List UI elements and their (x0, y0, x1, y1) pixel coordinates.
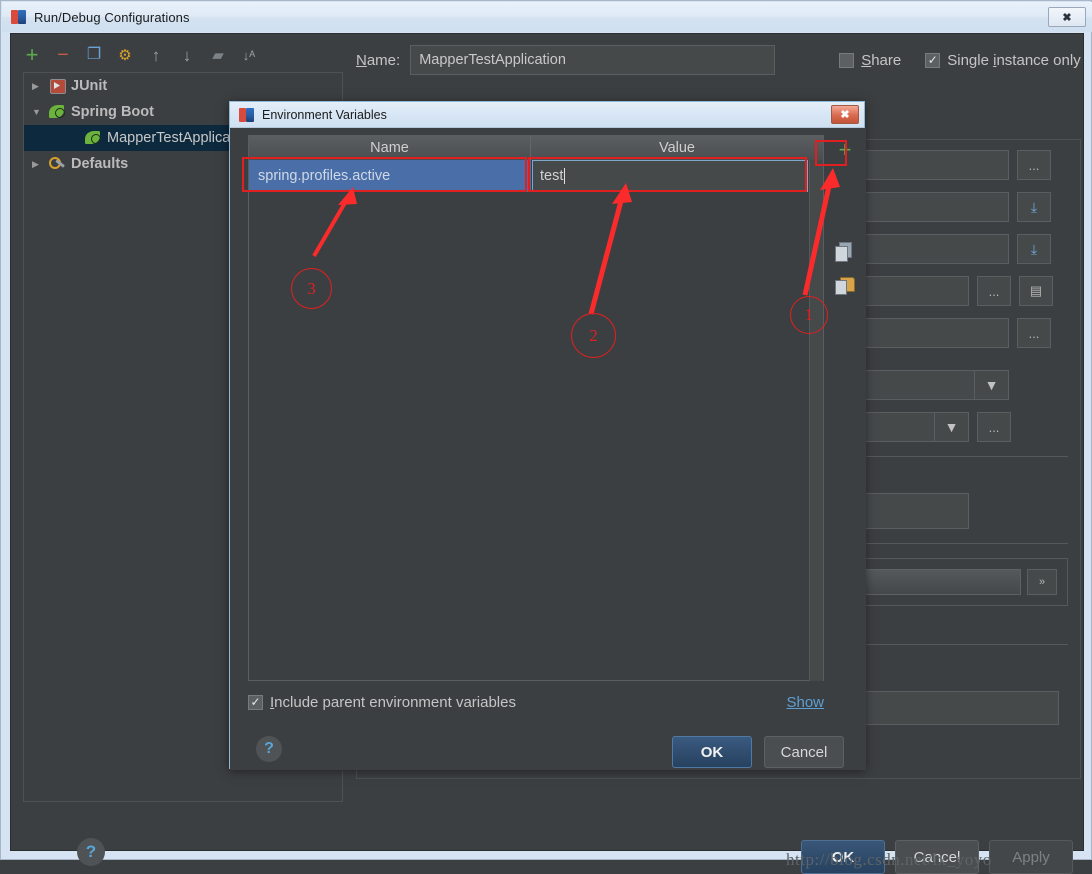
apply-button: Apply (989, 840, 1073, 874)
jre-dropdown-arrow-icon[interactable]: ▼ (974, 371, 1008, 399)
annotation-marker-3: 3 (291, 268, 332, 309)
main-class-browse-button[interactable]: ... (1017, 150, 1051, 180)
single-instance-label: Single instance only (947, 52, 1080, 69)
expand-arrow-icon[interactable]: ▶ (32, 81, 48, 92)
include-parent-row: ✓ Include parent environment variables S… (248, 690, 824, 714)
env-table-side-toolbar: + (828, 135, 862, 295)
single-instance-checkbox-row[interactable]: ✓ Single instance only (925, 52, 1081, 69)
collapse-arrow-icon[interactable]: ▼ (32, 107, 48, 117)
sort-alphabetically-icon[interactable]: ↓ᴬ (240, 46, 258, 64)
annotation-marker-1: 1 (790, 296, 828, 334)
share-label-rest: hare (871, 51, 902, 69)
table-cell-value-text: test (540, 168, 564, 184)
tree-item-label: Defaults (71, 156, 129, 172)
share-label: Share (861, 52, 901, 69)
include-parent-rest: nclude parent environment variables (274, 693, 516, 711)
program-arguments-expand-icon[interactable]: ⤓ (1017, 234, 1051, 264)
column-header-name[interactable]: Name (249, 136, 531, 160)
environment-variables-browse-button[interactable]: ... (1017, 318, 1051, 348)
text-caret (564, 168, 566, 184)
tree-item-junit[interactable]: ▶ JUnit (24, 73, 342, 99)
working-directory-browse-button[interactable]: ... (977, 276, 1011, 306)
name-label-rest: ame: (366, 51, 401, 69)
paste-icon[interactable] (835, 276, 855, 295)
remove-configuration-icon[interactable]: − (54, 45, 72, 65)
share-checkbox-row[interactable]: ✓ Share (839, 52, 901, 69)
single-instance-label-prefix: Single (947, 51, 994, 69)
edit-templates-icon[interactable]: ⚙ (116, 46, 134, 64)
env-footer-buttons: OK Cancel (672, 736, 844, 768)
single-instance-checkbox[interactable]: ✓ (925, 52, 941, 68)
column-header-value[interactable]: Value (531, 136, 823, 160)
single-instance-label-rest: nstance only (996, 51, 1081, 69)
tree-item-label: Spring Boot (71, 104, 154, 120)
defaults-icon (48, 156, 67, 172)
window-close-button[interactable]: ✖ (1048, 7, 1086, 27)
spring-boot-icon (84, 130, 103, 146)
env-help-button[interactable]: ? (256, 736, 282, 762)
move-into-folder-icon[interactable]: ▰ (209, 46, 227, 64)
name-row: Name: MapperTestApplication ✓ Share ✓ Si… (356, 42, 1081, 78)
expand-arrow-icon[interactable]: ▶ (32, 159, 48, 170)
module-browse-button[interactable]: ... (977, 412, 1011, 442)
share-label-accel: S (861, 51, 872, 69)
name-label: Name: (356, 52, 400, 69)
table-header-row: Name Value (249, 136, 823, 160)
env-ok-button[interactable]: OK (672, 736, 752, 768)
tree-item-label: JUnit (71, 78, 108, 94)
junit-icon (48, 78, 67, 94)
intellij-icon (239, 107, 255, 123)
show-link[interactable]: Show (786, 694, 824, 711)
name-label-accel: N (356, 51, 367, 69)
table-cell-name[interactable]: spring.profiles.active (249, 160, 531, 192)
env-dialog-body: Name Value spring.profiles.active test +… (230, 128, 866, 770)
run-debug-configurations-window: Run/Debug Configurations ✖ + − ❐ ⚙ ↑ ↓ ▰… (0, 0, 1092, 874)
override-expand-button[interactable]: » (1027, 569, 1057, 595)
help-button[interactable]: ? (77, 838, 105, 866)
environment-variables-table: Name Value spring.profiles.active test (248, 135, 824, 681)
include-parent-label: Include parent environment variables (270, 694, 516, 711)
module-dropdown-arrow-icon[interactable]: ▼ (934, 413, 968, 441)
table-cell-value[interactable]: test (532, 160, 808, 192)
window-titlebar: Run/Debug Configurations ✖ (2, 2, 1092, 32)
working-directory-macros-icon[interactable]: ▤ (1019, 276, 1053, 306)
add-variable-button[interactable]: + (833, 139, 857, 161)
watermark-text: http://blog.csdn.net/lx_yoyo (786, 850, 992, 869)
configurations-toolbar: + − ❐ ⚙ ↑ ↓ ▰ ↓ᴬ (23, 40, 343, 70)
share-checkbox[interactable]: ✓ (839, 52, 855, 68)
move-up-icon[interactable]: ↑ (147, 46, 165, 64)
move-down-icon[interactable]: ↓ (178, 46, 196, 64)
vm-options-expand-icon[interactable]: ⤓ (1017, 192, 1051, 222)
spring-boot-icon (48, 104, 67, 120)
env-dialog-close-button[interactable]: ✖ (831, 105, 859, 124)
add-configuration-icon[interactable]: + (23, 44, 41, 66)
intellij-icon (11, 9, 27, 25)
table-vertical-scrollbar[interactable] (809, 160, 823, 681)
copy-icon[interactable] (835, 241, 855, 262)
include-parent-checkbox[interactable]: ✓ (248, 694, 263, 710)
annotation-marker-2: 2 (571, 313, 616, 358)
copy-configuration-icon[interactable]: ❐ (85, 46, 103, 64)
window-title: Run/Debug Configurations (34, 9, 190, 25)
environment-variables-dialog: Environment Variables ✖ Name Value sprin… (229, 101, 866, 770)
env-cancel-button[interactable]: Cancel (764, 736, 844, 768)
env-dialog-titlebar: Environment Variables ✖ (230, 102, 864, 128)
env-dialog-title: Environment Variables (262, 107, 387, 122)
name-input[interactable]: MapperTestApplication (410, 45, 776, 75)
